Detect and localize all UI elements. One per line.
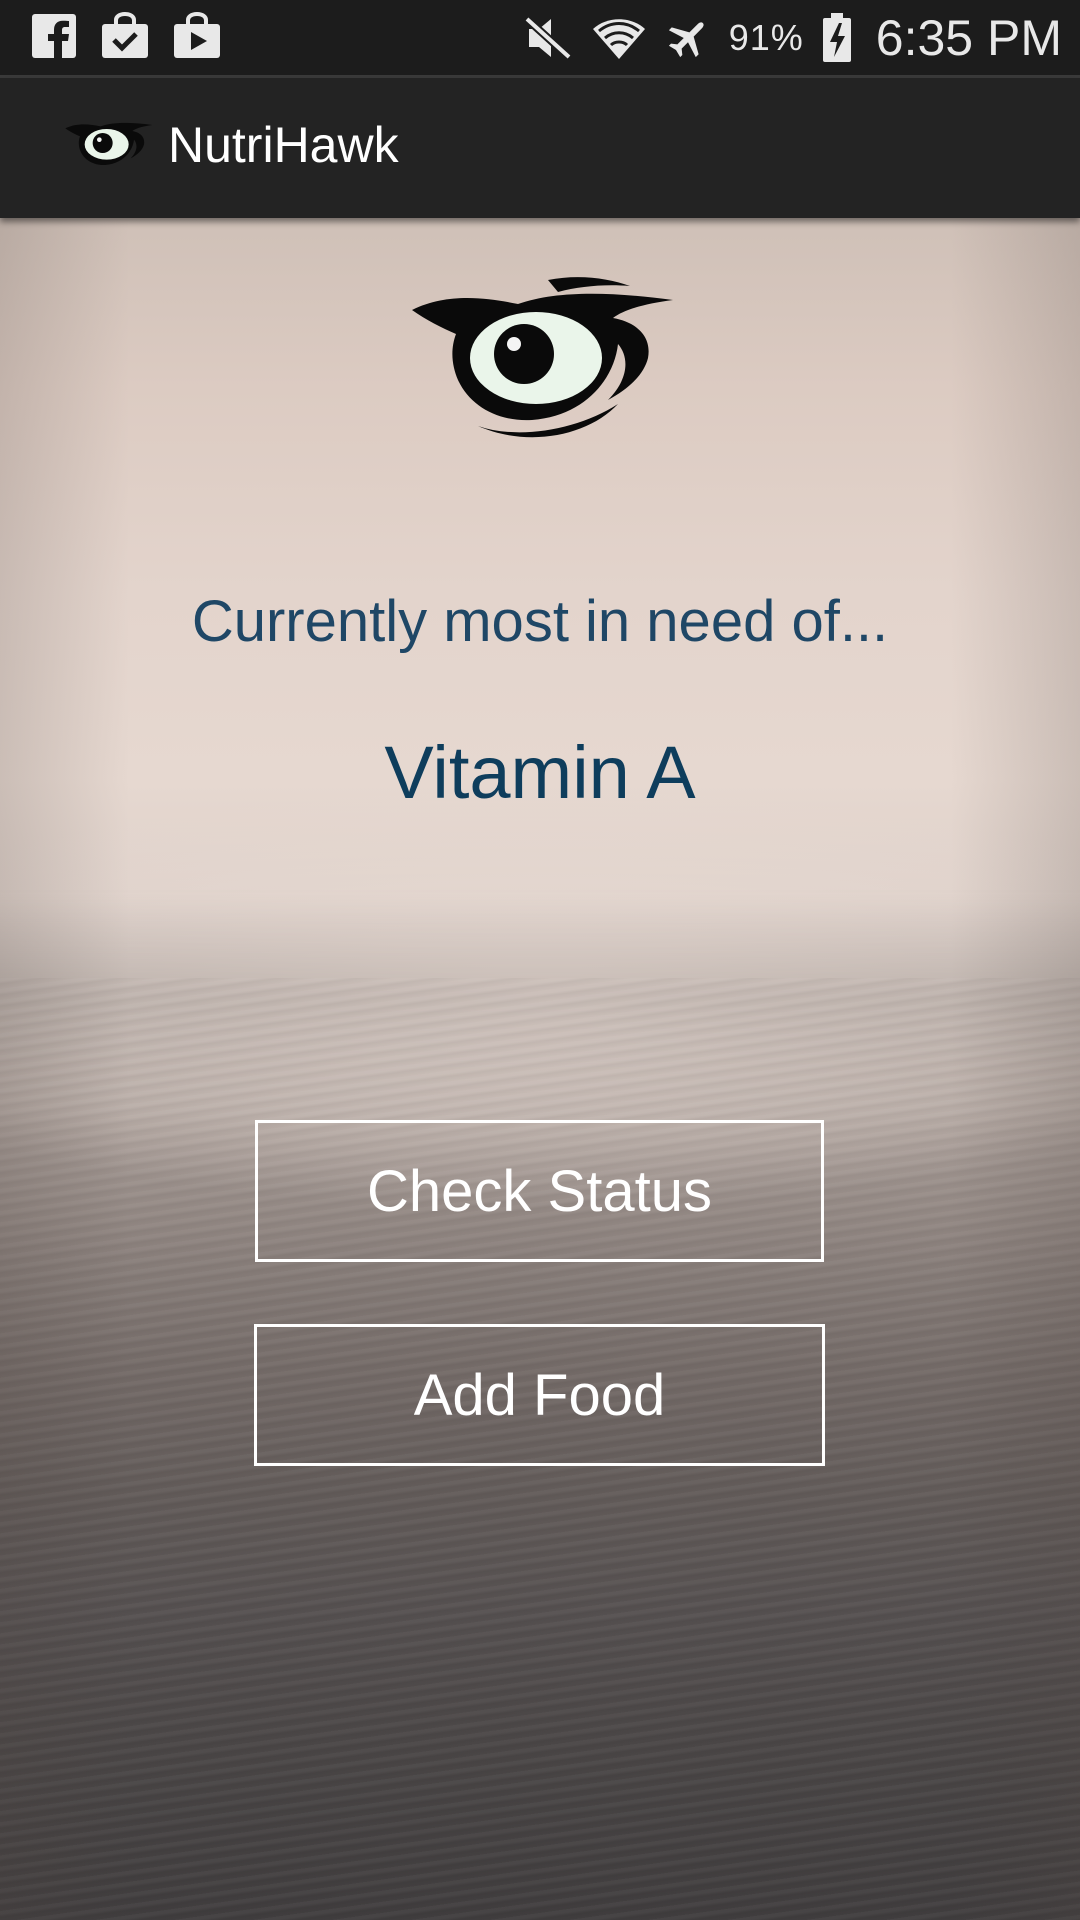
battery-charging-icon [822,12,852,63]
hawk-eye-logo-icon[interactable] [64,110,154,180]
status-bar: 91% 6:35 PM [0,0,1080,75]
notification-icons [30,12,222,60]
clock: 6:35 PM [875,9,1062,66]
facebook-icon [30,12,78,60]
hawk-eye-logo-icon [408,270,678,450]
screen: 91% 6:35 PM NutriHawk Currently most in … [0,0,1080,1920]
battery-percent: 91% [728,16,804,58]
nutrient-name: Vitamin A [384,731,696,814]
play-store-icon [172,12,222,60]
mist-background [0,898,1080,1118]
add-food-button[interactable]: Add Food [254,1324,825,1466]
background-vignette [0,218,1080,1920]
main-content: Currently most in need of... Vitamin A C… [0,218,1080,1920]
mute-icon [523,15,573,61]
app-title: NutriHawk [168,117,399,173]
check-status-button[interactable]: Check Status [255,1120,824,1262]
airplane-mode-icon [665,15,711,61]
action-bar: NutriHawk [0,78,1080,218]
system-icons: 91% 6:35 PM [523,0,1062,75]
shopping-bag-check-icon [100,12,150,60]
wifi-icon [591,15,647,61]
need-heading: Currently most in need of... [191,589,889,654]
